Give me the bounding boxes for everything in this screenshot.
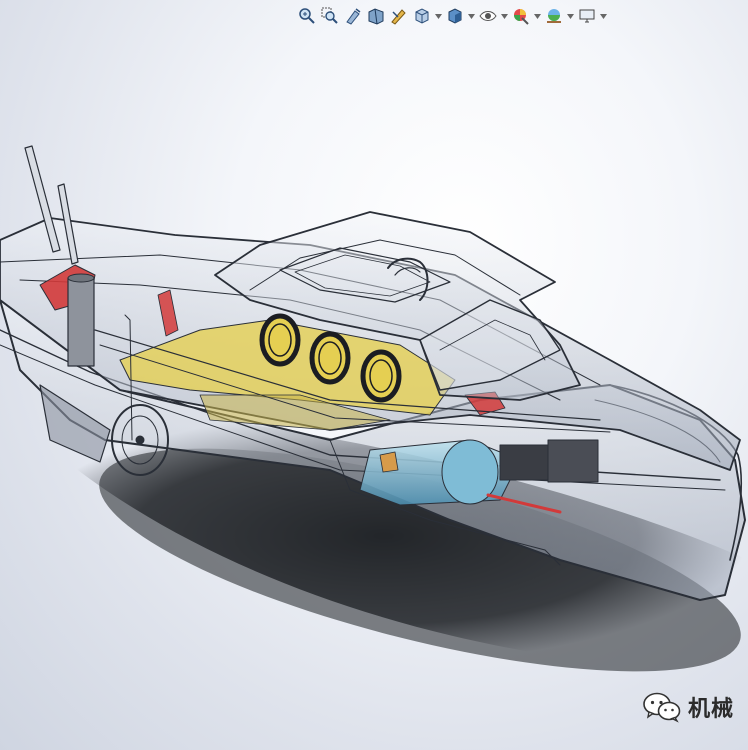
chevron-down-icon[interactable]	[434, 5, 443, 27]
previous-view-icon[interactable]	[342, 5, 364, 27]
zoom-to-area-icon[interactable]	[319, 5, 341, 27]
display-style-icon[interactable]	[444, 5, 466, 27]
section-view-icon[interactable]	[365, 5, 387, 27]
chevron-down-icon[interactable]	[566, 5, 575, 27]
chevron-down-icon[interactable]	[467, 5, 476, 27]
view-settings-icon[interactable]	[576, 5, 598, 27]
chevron-down-icon[interactable]	[500, 5, 509, 27]
dynamic-annotation-icon[interactable]	[388, 5, 410, 27]
view-orientation-icon[interactable]	[411, 5, 433, 27]
hide-show-items-icon[interactable]	[477, 5, 499, 27]
heads-up-view-toolbar	[296, 4, 608, 28]
graphics-viewport[interactable]	[0, 0, 748, 750]
wechat-logo-icon	[642, 691, 682, 723]
apply-scene-icon[interactable]	[543, 5, 565, 27]
watermark-text: 机械	[688, 697, 735, 722]
chevron-down-icon[interactable]	[599, 5, 608, 27]
zoom-to-fit-icon[interactable]	[296, 5, 318, 27]
edit-appearance-icon[interactable]	[510, 5, 532, 27]
exhaust-stack	[67, 273, 95, 367]
watermark: 机械	[642, 690, 734, 724]
chevron-down-icon[interactable]	[533, 5, 542, 27]
